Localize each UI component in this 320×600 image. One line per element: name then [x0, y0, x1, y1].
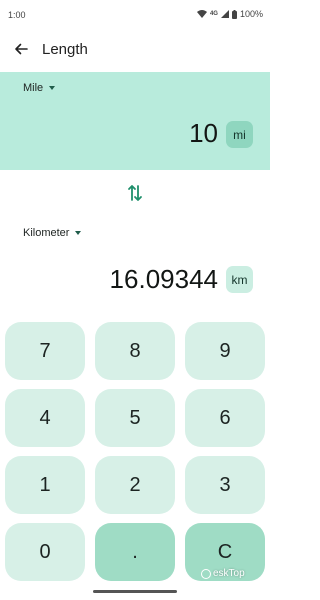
- dropdown-caret-icon: [75, 231, 82, 235]
- from-unit-badge: mi: [226, 121, 253, 148]
- from-unit-label: Mile: [23, 82, 44, 94]
- app-bar: Length: [0, 30, 270, 70]
- swap-icon[interactable]: [126, 183, 144, 203]
- network-type: 4G: [209, 11, 218, 17]
- from-value: 10: [189, 118, 218, 148]
- key-1[interactable]: 1: [5, 456, 85, 514]
- key-6[interactable]: 6: [185, 389, 265, 447]
- status-icons: 4G 100%: [196, 9, 263, 19]
- watermark: eskTop: [201, 568, 245, 579]
- status-bar: 1:00 4G 100%: [0, 0, 270, 30]
- battery-percent: 100%: [239, 9, 263, 19]
- watermark-text: eskTop: [213, 568, 245, 579]
- key-3[interactable]: 3: [185, 456, 265, 514]
- to-unit-dropdown[interactable]: Kilometer: [23, 227, 82, 239]
- page-title: Length: [42, 41, 88, 58]
- battery-icon: [231, 9, 237, 19]
- key-0[interactable]: 0: [5, 523, 85, 581]
- key-7[interactable]: 7: [5, 322, 85, 380]
- from-unit-dropdown[interactable]: Mile: [23, 82, 56, 94]
- key-4[interactable]: 4: [5, 389, 85, 447]
- dropdown-caret-icon: [49, 86, 56, 90]
- key-8[interactable]: 8: [95, 322, 175, 380]
- key-9[interactable]: 9: [185, 322, 265, 380]
- home-indicator[interactable]: [93, 590, 177, 593]
- back-arrow-icon[interactable]: [12, 40, 30, 58]
- key-5[interactable]: 5: [95, 389, 175, 447]
- signal-icon: [220, 10, 229, 18]
- to-value: 16.09344: [109, 264, 218, 294]
- status-time: 1:00: [8, 10, 26, 20]
- to-unit-badge: km: [226, 266, 253, 293]
- wifi-icon: [196, 10, 207, 18]
- to-unit-label: Kilometer: [23, 227, 70, 239]
- key-decimal[interactable]: .: [95, 523, 175, 581]
- watermark-logo-icon: [201, 568, 211, 579]
- key-2[interactable]: 2: [95, 456, 175, 514]
